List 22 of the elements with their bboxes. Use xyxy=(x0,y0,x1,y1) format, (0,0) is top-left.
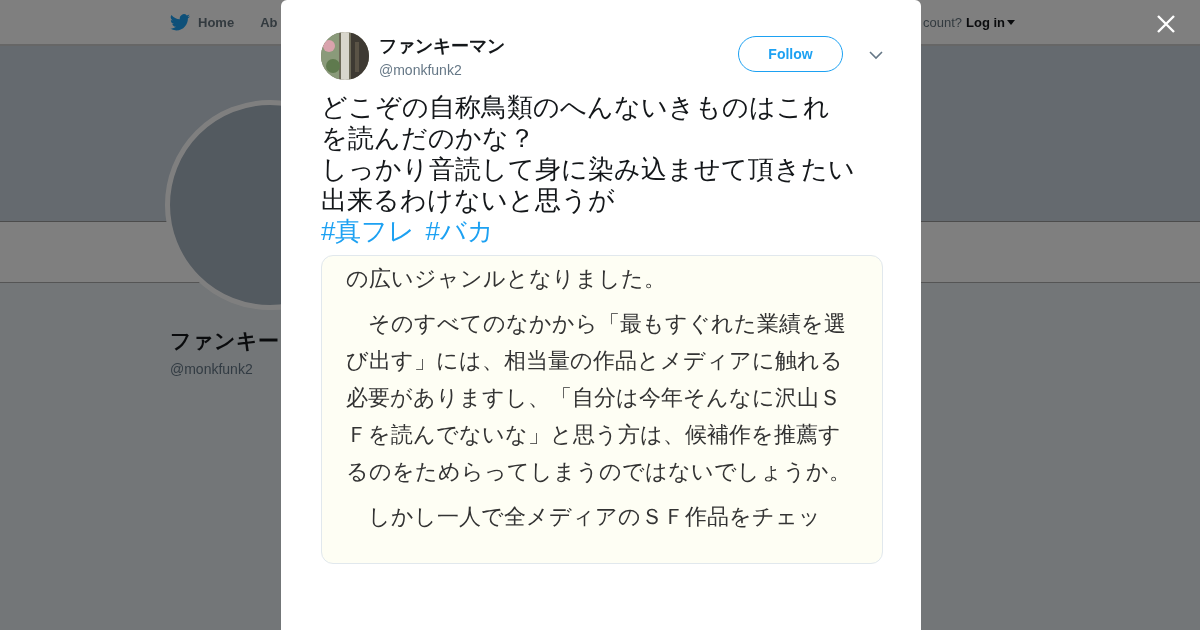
document-paragraph: そのすべてのなかから「最もすぐれた業績を選び出す」には、相当量の作品とメディアに触れる必要がありますし、「自分は今年そんなに沢山ＳＦを読んでないな」と思う方は、候補作を推薦するのをためらってしまうのではないでしょうか。 xyxy=(346,310,851,486)
nav-link[interactable]: Home xyxy=(170,13,235,31)
login-link[interactable]: Log in xyxy=(966,14,1015,30)
tweet-text-line: 出来るわけないと思うが xyxy=(321,185,615,216)
caret-icon xyxy=(1007,19,1015,25)
chevron-down-icon[interactable] xyxy=(869,50,883,60)
tweet-text-line: どこぞの自称鳥類のへんないきものはこれ xyxy=(321,92,830,123)
profile-name: ファンキー xyxy=(170,328,279,354)
tweet-text-line: を読んだのかな？ xyxy=(321,123,535,154)
document-paragraph: の広いジャンルとなりました。 xyxy=(346,265,667,293)
nav-link[interactable]: Ab xyxy=(260,14,278,30)
author-handle: @monkfunk2 xyxy=(379,62,463,78)
bird-icon xyxy=(170,13,190,31)
document-paragraph: しかし一人で全メディアのＳＦ作品をチェッ xyxy=(367,503,822,531)
account-prompt: count? xyxy=(922,14,962,30)
tweet-text-line: しっかり音読して身に染み込ませて頂きたい xyxy=(321,154,855,185)
hashtag-link[interactable]: #バカ xyxy=(425,216,494,247)
profile-handle: @monkfunk2 xyxy=(170,361,253,377)
author-name: ファンキーマン xyxy=(379,35,505,58)
close-icon[interactable] xyxy=(1156,14,1176,34)
follow-button[interactable]: Follow xyxy=(738,36,843,72)
hashtag-link[interactable]: #真フレ xyxy=(321,216,416,247)
